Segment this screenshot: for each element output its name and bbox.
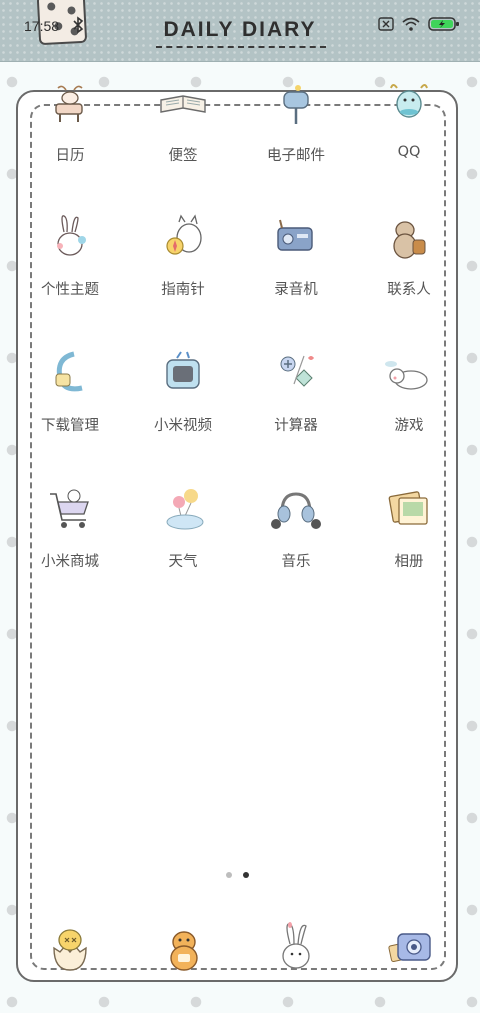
app-label: QQ bbox=[397, 144, 421, 160]
calculator-icon bbox=[280, 355, 314, 387]
app-label: 指南针 bbox=[161, 282, 205, 298]
app-label: 小米商城 bbox=[41, 554, 99, 570]
hamster-messages-icon[interactable] bbox=[158, 922, 210, 974]
camera-icon[interactable] bbox=[384, 922, 436, 974]
app-qq[interactable]: QQ bbox=[353, 82, 465, 172]
app-label: 相册 bbox=[394, 554, 424, 570]
mailbox-icon bbox=[283, 85, 309, 124]
app-themes[interactable]: 个性主题 bbox=[14, 212, 126, 302]
app-gallery[interactable]: 相册 bbox=[353, 484, 465, 574]
status-icons bbox=[378, 16, 460, 32]
page-dot-1[interactable] bbox=[226, 872, 232, 878]
app-label: 个性主题 bbox=[41, 282, 99, 298]
app-compass[interactable]: 指南针 bbox=[127, 212, 239, 302]
app-contacts[interactable]: 联系人 bbox=[353, 212, 465, 302]
app-calculator[interactable]: 计算器 bbox=[240, 348, 352, 438]
app-label: 音乐 bbox=[281, 554, 311, 570]
battery-charging-icon bbox=[428, 17, 459, 31]
balloon-cloud-weather-icon bbox=[166, 489, 204, 530]
app-label: 天气 bbox=[168, 554, 198, 570]
notebook-icon bbox=[160, 95, 206, 113]
sim-off-icon bbox=[378, 17, 394, 31]
app-label: 计算器 bbox=[274, 418, 318, 434]
app-label: 联系人 bbox=[387, 282, 431, 298]
app-recorder[interactable]: 录音机 bbox=[240, 212, 352, 302]
chick-egg-phone-icon[interactable] bbox=[44, 922, 96, 974]
radio-recorder-icon bbox=[277, 219, 313, 251]
app-label: 便签 bbox=[168, 148, 198, 164]
app-calendar[interactable]: 日历 bbox=[14, 82, 126, 172]
app-label: 游戏 bbox=[394, 418, 424, 434]
wifi-icon bbox=[402, 17, 420, 31]
title-underline bbox=[156, 46, 326, 48]
app-email[interactable]: 电子邮件 bbox=[240, 82, 352, 172]
sleeping-cat-game-icon bbox=[385, 361, 428, 390]
app-music[interactable]: 音乐 bbox=[240, 484, 352, 574]
header-bar: 17:58 DAILY DIARY bbox=[0, 0, 480, 62]
app-mi-store[interactable]: 小米商城 bbox=[14, 484, 126, 574]
app-downloads[interactable]: 下载管理 bbox=[14, 348, 126, 438]
page-dot-2-active[interactable] bbox=[243, 872, 249, 878]
app-mi-video[interactable]: 小米视频 bbox=[127, 348, 239, 438]
qq-penguin-icon bbox=[390, 84, 428, 118]
app-notes[interactable]: 便签 bbox=[127, 82, 239, 172]
bunny-browser-icon[interactable] bbox=[270, 920, 322, 972]
calendar-deer-icon bbox=[55, 85, 83, 122]
hamster-contacts-icon bbox=[393, 221, 426, 259]
app-label: 录音机 bbox=[274, 282, 318, 298]
app-weather[interactable]: 天气 bbox=[127, 484, 239, 574]
app-label: 小米视频 bbox=[154, 418, 212, 434]
bunny-theme-icon bbox=[57, 215, 86, 256]
app-label: 电子邮件 bbox=[267, 148, 325, 164]
headphones-music-icon bbox=[271, 492, 321, 529]
photo-album-icon bbox=[388, 491, 428, 525]
cat-compass-icon bbox=[166, 214, 202, 255]
tv-video-icon bbox=[166, 351, 200, 389]
page-indicator[interactable] bbox=[226, 872, 249, 878]
app-label: 日历 bbox=[55, 148, 85, 164]
download-moon-icon bbox=[55, 351, 83, 392]
app-label: 下载管理 bbox=[41, 418, 99, 434]
shopping-cart-icon bbox=[50, 489, 89, 528]
app-games[interactable]: 游戏 bbox=[353, 348, 465, 438]
